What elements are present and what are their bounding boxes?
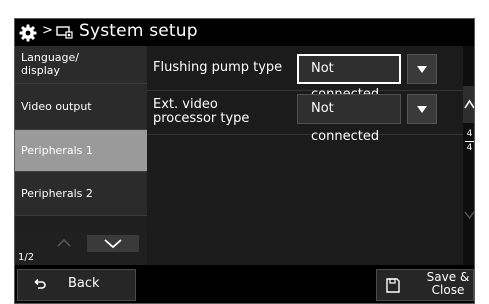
back-button[interactable]: Back xyxy=(17,269,136,301)
dropdown-arrow-icon xyxy=(417,66,427,73)
sidebar-nav: Language/ display Video output Periphera… xyxy=(15,46,147,265)
setting-row-ext-video-processor: Ext. video processor type Not connected xyxy=(147,90,463,144)
sidebar-item-language-display[interactable]: Language/ display xyxy=(15,46,147,84)
setting-label: processor type xyxy=(153,111,250,126)
page-current: 4 xyxy=(466,129,473,139)
save-close-button[interactable]: Save & Close xyxy=(376,269,474,301)
breadcrumb-separator: > xyxy=(42,23,53,38)
settings-panel: Flushing pump type Not connected Ext. vi… xyxy=(147,46,463,265)
sidebar-item-peripherals-1[interactable]: Peripherals 1 xyxy=(15,130,147,172)
ext-video-processor-dropdown-button[interactable] xyxy=(407,94,437,124)
system-icon xyxy=(56,26,73,39)
scroll-down-button[interactable] xyxy=(463,195,474,235)
page-title: System setup xyxy=(79,21,198,41)
sidebar-item-label: Video output xyxy=(21,100,92,113)
back-arrow-icon xyxy=(34,278,46,289)
setting-label: Ext. video xyxy=(153,97,218,112)
setting-label: Flushing pump type xyxy=(153,60,283,75)
ext-video-processor-type-select[interactable]: Not connected xyxy=(297,94,401,144)
sidebar-item-label: Peripherals 1 xyxy=(21,144,93,157)
save-close-label: Save & Close xyxy=(423,271,473,297)
save-icon xyxy=(386,278,400,293)
page-total: 4 xyxy=(466,143,473,153)
gear-icon xyxy=(19,24,37,42)
sidebar-item-peripherals-2[interactable]: Peripherals 2 xyxy=(15,172,147,216)
page-indicator: 1/2 xyxy=(18,252,35,263)
sidebar-item-label: Peripherals 2 xyxy=(21,187,93,200)
nav-pager: 1/2 xyxy=(15,232,147,265)
sidebar-item-label: Language/ xyxy=(21,51,79,64)
chevron-down-icon xyxy=(104,239,122,249)
scroll-page-indicator: 4 4 xyxy=(463,129,474,165)
chevron-down-icon xyxy=(464,211,474,220)
fraction-bar xyxy=(465,141,474,142)
flushing-pump-type-select[interactable]: Not connected xyxy=(297,54,401,102)
chevron-up-icon xyxy=(57,238,71,247)
sidebar-item-label: display xyxy=(21,64,61,77)
bottom-bar: Back Save & Close xyxy=(15,265,474,303)
sidebar-item-video-output[interactable]: Video output xyxy=(15,84,147,130)
dropdown-arrow-icon xyxy=(417,106,427,113)
save-label-line2: Close xyxy=(431,283,465,297)
nav-page-up-button[interactable] xyxy=(45,235,83,251)
screen: > System setup Language/ display Video o… xyxy=(14,18,475,304)
back-button-label: Back xyxy=(68,276,100,291)
nav-page-down-button[interactable] xyxy=(87,235,139,252)
chevron-up-icon xyxy=(464,99,474,109)
flushing-pump-dropdown-button[interactable] xyxy=(407,54,437,84)
scroll-up-button[interactable] xyxy=(463,86,474,123)
setting-row-flushing-pump: Flushing pump type Not connected xyxy=(147,46,463,102)
title-bar: > System setup xyxy=(15,19,474,46)
